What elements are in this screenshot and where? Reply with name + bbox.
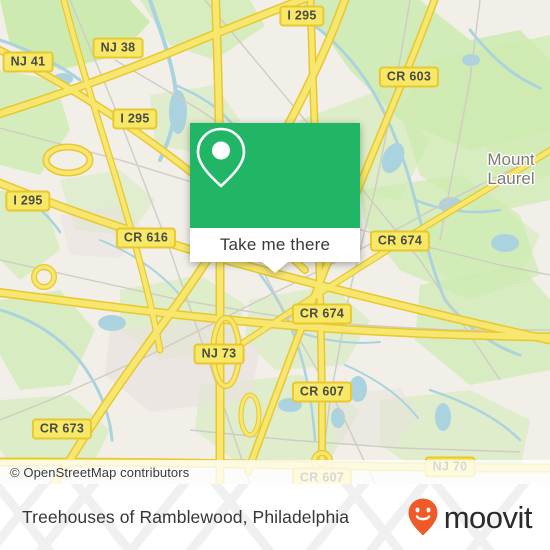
location-title: Treehouses of Ramblewood, Philadelphia [22,506,350,527]
road-shield: NJ 38 [92,37,144,59]
callout-tail [262,262,288,273]
road-shield: CR 674 [291,303,353,325]
moovit-pin-smile-icon [408,498,438,536]
place-label: Mount Laurel [487,150,534,188]
road-shield: CR 674 [369,230,431,252]
moovit-wordmark: moovit [443,499,533,535]
place-label-line: Laurel [487,169,535,188]
road-shield: NJ 73 [193,343,245,365]
road-shield: CR 673 [31,418,93,440]
callout-action-area[interactable]: Take me there [190,228,360,262]
screenshot-root: NJ 41 NJ 38 I 295 CR 603 I 295 I 295 CR 616 CR … [0,0,550,550]
road-shield: CR 616 [115,227,177,249]
map-pin-icon [196,127,246,188]
road-shield: CR 603 [378,66,440,88]
footer-bar: Treehouses of Ramblewood, Philadelphia m… [0,484,550,550]
callout-icon-area [190,123,360,228]
map-attribution-bar: © OpenStreetMap contributors [0,460,550,484]
road-shield: NJ 41 [2,51,54,73]
moovit-logo[interactable]: moovit [406,484,533,550]
road-shield: I 295 [112,108,158,130]
road-shield: CR 607 [291,381,353,403]
map-canvas[interactable]: NJ 41 NJ 38 I 295 CR 603 I 295 I 295 CR 616 CR … [0,0,550,484]
osm-attribution-text[interactable]: © OpenStreetMap contributors [0,465,189,480]
location-callout-card[interactable]: Take me there [190,123,360,273]
take-me-there-label: Take me there [219,235,331,254]
road-shield: I 295 [5,190,51,212]
road-shield: I 295 [279,5,325,27]
location-title-area: Treehouses of Ramblewood, Philadelphia [22,484,349,550]
place-label-line: Mount [487,150,535,169]
